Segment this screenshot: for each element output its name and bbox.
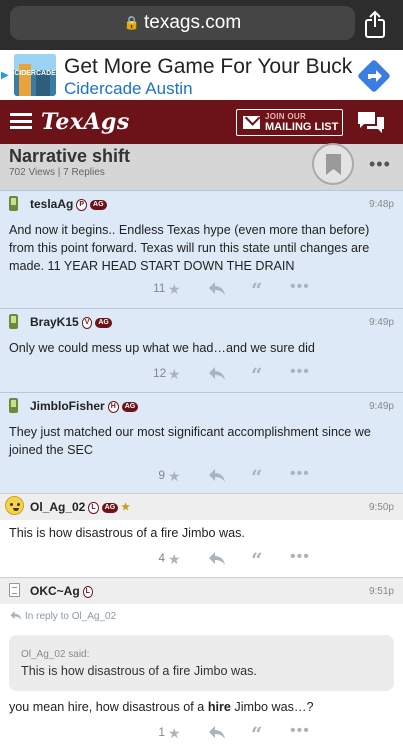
post-body: Only we could mess up what we had…and we… [9, 341, 315, 355]
star-count: 4 [158, 551, 165, 565]
site-logo[interactable]: TexAgs [41, 109, 130, 135]
post-time: 9:51p [368, 586, 394, 597]
bookmark-icon [326, 154, 341, 175]
user-badge-letter: P [76, 199, 88, 211]
more-icon[interactable]: ••• [290, 722, 310, 740]
user-badge-letter: H [107, 401, 119, 413]
post-header: teslaAg P AG 9:48p [0, 191, 403, 217]
reply-arrow-icon [10, 611, 22, 620]
phone-icon [9, 196, 20, 212]
post-header: OKC~Ag L 9:51p [0, 578, 403, 604]
post-actions: 4 ★ “ ••• [153, 548, 403, 571]
ad-subtitle[interactable]: Cidercade Austin [64, 79, 193, 99]
phone-icon [9, 314, 20, 330]
ad-thumbnail[interactable]: CIDERCADE [14, 54, 56, 96]
chat-icon[interactable] [356, 110, 386, 134]
mailing-line2: MAILING LIST [265, 121, 339, 133]
post-header: BrayK15 V AG 9:49p [0, 309, 403, 335]
post-time: 9:49p [368, 401, 394, 412]
phone-icon [9, 398, 20, 414]
url-bar[interactable]: 🔒 texags.com [10, 6, 355, 40]
user-badge-ag: AG [121, 402, 139, 412]
thread-more-icon[interactable]: ••• [369, 154, 391, 175]
more-icon[interactable]: ••• [290, 363, 310, 381]
user-badge-letter: L [82, 586, 93, 598]
user-badge-ag: AG [90, 200, 107, 210]
star-icon[interactable]: ★ [168, 366, 181, 383]
quote-text: This is how disastrous of a fire Jimbo w… [21, 664, 257, 678]
quote-icon[interactable]: “ [251, 365, 263, 385]
quote-author[interactable]: Ol_Ag_02 said: [21, 649, 89, 660]
reply-icon[interactable] [209, 469, 225, 482]
share-icon[interactable] [361, 9, 389, 39]
star-count: 9 [158, 468, 165, 482]
reply-icon[interactable] [209, 726, 225, 739]
post: Ol_Ag_02 L AG ★ 9:50p This is how disastrou… [0, 493, 403, 577]
post: BrayK15 V AG 9:49p Only we could mess up w… [0, 308, 403, 392]
post-username[interactable]: Ol_Ag_02 L AG ★ [30, 500, 130, 514]
post-actions: 9 ★ “ ••• [153, 465, 403, 488]
star-count: 1 [158, 725, 165, 739]
post-actions: 1 ★ “ ••• [153, 722, 403, 745]
star-count: 11 [153, 281, 166, 295]
bookmark-button[interactable] [312, 143, 354, 185]
post-actions: 11 ★ “ ••• [153, 278, 403, 301]
post-body: you mean hire, how disastrous of a hire … [9, 700, 314, 714]
post: teslaAg P AG 9:48p And now it begins.. End… [0, 190, 403, 308]
post-body: And now it begins.. Endless Texas hype (… [9, 223, 370, 273]
envelope-icon [243, 116, 260, 129]
post-time: 9:48p [368, 199, 394, 210]
url-text: texags.com [144, 12, 242, 33]
post-username[interactable]: JimbloFisher H AG [30, 399, 139, 413]
post-actions: 12 ★ “ ••• [153, 363, 403, 386]
lock-icon: 🔒 [123, 15, 141, 30]
star-icon[interactable]: ★ [168, 281, 181, 298]
thread-title: Narrative shift [9, 146, 131, 166]
ad-title[interactable]: Get More Game For Your Buck [64, 55, 352, 79]
star-count: 12 [153, 366, 167, 380]
post-body: They just matched our most significant a… [9, 425, 371, 457]
user-badge-letter: V [81, 317, 93, 329]
in-reply-to-link[interactable]: In reply to Ol_Ag_02 [10, 611, 116, 622]
post-username[interactable]: OKC~Ag L [30, 584, 93, 598]
smiley-avatar-icon [5, 496, 24, 515]
reply-icon[interactable] [209, 367, 225, 380]
star-icon[interactable]: ★ [168, 468, 181, 485]
post-time: 9:50p [368, 502, 394, 513]
ad-thumb-label: CIDERCADE [14, 70, 56, 77]
ad-choices-icon[interactable]: ▶ [1, 70, 13, 82]
more-icon[interactable]: ••• [290, 465, 310, 483]
reply-icon[interactable] [209, 552, 225, 565]
star-icon[interactable]: ★ [168, 551, 181, 568]
post-header: Ol_Ag_02 L AG ★ 9:50p [0, 494, 403, 520]
menu-icon[interactable] [10, 113, 32, 129]
user-badge-ag: AG [101, 503, 119, 513]
post-time: 9:49p [368, 317, 394, 328]
document-icon [9, 583, 20, 599]
star-icon[interactable]: ★ [168, 725, 181, 742]
quote-icon[interactable]: “ [251, 280, 263, 300]
quote-icon[interactable]: “ [251, 550, 263, 570]
quote-icon[interactable]: “ [251, 724, 263, 744]
mailing-line1: JOIN OUR [265, 112, 307, 121]
post-username[interactable]: teslaAg P AG [30, 197, 107, 211]
user-badge-ag: AG [95, 318, 112, 328]
quote-icon[interactable]: “ [251, 467, 263, 487]
directions-arrow-icon[interactable] [357, 59, 391, 93]
mailing-list-button[interactable]: JOIN OUR MAILING LIST [236, 109, 343, 136]
more-icon[interactable]: ••• [290, 548, 310, 566]
thread-meta: 702 Views | 7 Replies [9, 167, 105, 178]
more-icon[interactable]: ••• [290, 278, 310, 296]
quote-box [9, 635, 394, 691]
post: JimbloFisher H AG 9:49p They just matched … [0, 392, 403, 493]
post-username[interactable]: BrayK15 V AG [30, 315, 112, 329]
post-header: JimbloFisher H AG 9:49p [0, 393, 403, 419]
post-body: This is how disastrous of a fire Jimbo w… [9, 526, 245, 540]
reply-icon[interactable] [209, 282, 225, 295]
gold-star-icon: ★ [121, 502, 131, 513]
user-badge-letter: L [88, 502, 99, 514]
